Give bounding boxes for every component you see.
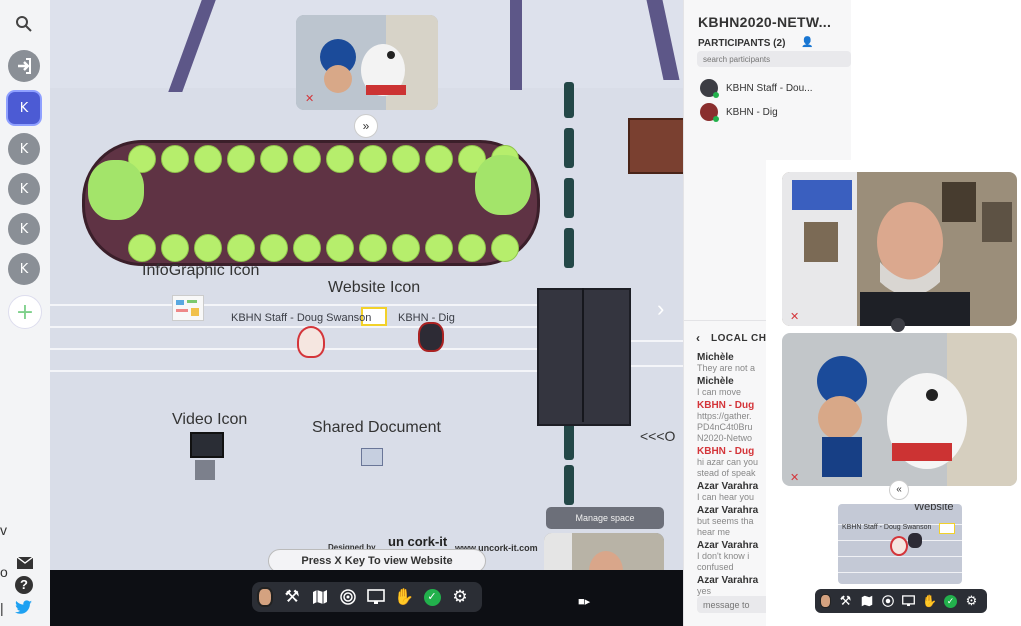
- infographic-object[interactable]: [172, 295, 204, 321]
- avatar-selected[interactable]: K: [8, 92, 40, 124]
- video-feed-self[interactable]: [544, 533, 664, 570]
- search-icon[interactable]: [14, 14, 34, 34]
- player-avatar-doug: [890, 536, 908, 556]
- screen-share-icon[interactable]: [362, 582, 390, 612]
- divider-post: [564, 178, 574, 218]
- label-video: Video Icon: [172, 411, 248, 428]
- target-icon[interactable]: [877, 589, 898, 613]
- exit-button[interactable]: [8, 50, 40, 82]
- map-icon[interactable]: [856, 589, 877, 613]
- expand-video-button[interactable]: «: [889, 480, 909, 500]
- divider-post: [564, 420, 574, 460]
- space-title: KBHN2020-NETW...: [698, 14, 832, 30]
- doorway: [537, 288, 631, 426]
- floor-stripe: [50, 304, 590, 306]
- map-icon[interactable]: [306, 582, 334, 612]
- avatar: [700, 79, 719, 98]
- floor-stripe: [50, 370, 590, 372]
- left-fragment-text: o: [0, 564, 8, 580]
- avatar-icon[interactable]: [252, 582, 278, 612]
- available-status-icon[interactable]: ✓: [940, 589, 961, 613]
- search-participants-input[interactable]: [697, 51, 851, 67]
- minimap-player-name: KBHN Staff - Doug Swanson: [842, 524, 932, 531]
- press-x-hint: Press X Key To view Website: [268, 549, 486, 570]
- chevron-right-icon[interactable]: ›: [657, 296, 664, 322]
- chat-header: LOCAL CH: [711, 333, 767, 344]
- settings-gear-icon[interactable]: ⚙: [446, 582, 474, 612]
- mail-icon[interactable]: [16, 556, 34, 570]
- video-object[interactable]: [190, 432, 224, 480]
- divider-post: [564, 228, 574, 268]
- chat-back-icon[interactable]: ‹: [696, 331, 700, 345]
- minimap[interactable]: Website KBHN Staff - Doug Swanson: [838, 504, 962, 584]
- avatar-icon[interactable]: [815, 589, 835, 613]
- wall-beam: [510, 0, 522, 90]
- left-fragment-text: |: [0, 600, 4, 616]
- website-object: [939, 523, 955, 534]
- avatar: [700, 103, 719, 122]
- participant-row[interactable]: KBHN Staff - Dou...: [700, 77, 840, 99]
- bush-left: [88, 160, 144, 220]
- mic-muted-icon: ✕: [305, 93, 315, 105]
- popout-toolbar: ⚒ ✋ ✓ ⚙: [815, 589, 987, 613]
- player-avatar-doug[interactable]: [297, 326, 325, 358]
- raise-hand-icon[interactable]: ✋: [919, 589, 940, 613]
- shared-document-object[interactable]: [361, 448, 383, 466]
- floor-stripe-right: [630, 365, 683, 367]
- video-feed-doug-large[interactable]: ✕: [782, 172, 1017, 326]
- bush-right: [475, 155, 531, 215]
- help-icon[interactable]: ?: [15, 576, 33, 594]
- collapse-video-button[interactable]: »: [354, 114, 378, 138]
- player-avatar-dig: [908, 533, 922, 548]
- avatar[interactable]: K: [8, 213, 40, 245]
- tree-row-top: [128, 145, 519, 173]
- participants-header: PARTICIPANTS (2): [698, 38, 786, 49]
- player-name-doug: KBHN Staff - Doug Swanson: [231, 312, 372, 324]
- twitter-icon[interactable]: [15, 600, 33, 616]
- divider-post: [564, 128, 574, 168]
- door-divider: [582, 288, 584, 422]
- build-hammer-icon[interactable]: ⚒: [278, 582, 306, 612]
- left-rail: K K K K K + ? v o |: [0, 0, 50, 626]
- label-shared-document: Shared Document: [312, 419, 441, 436]
- player-avatar-dig[interactable]: [418, 322, 444, 352]
- add-space-button[interactable]: +: [8, 295, 42, 329]
- mic-muted-icon: ✕: [790, 311, 800, 323]
- floor-stripe-right: [630, 340, 683, 342]
- divider-post: [564, 82, 574, 118]
- minimap-website-label: Website: [914, 504, 954, 513]
- screen-share-icon[interactable]: [898, 589, 919, 613]
- camera-icon[interactable]: ■▸: [578, 595, 590, 608]
- available-status-icon[interactable]: ✓: [418, 582, 446, 612]
- mic-muted-icon: ✕: [790, 472, 800, 484]
- target-icon[interactable]: [334, 582, 362, 612]
- manage-space-button[interactable]: Manage space: [546, 507, 664, 529]
- left-fragment-text: v: [0, 522, 7, 538]
- main-toolbar: ⚒ ✋ ✓ ⚙: [252, 582, 482, 612]
- video-feed-dig[interactable]: [296, 15, 438, 110]
- game-map[interactable]: InfoGraphic Icon Website Icon Video Icon…: [50, 0, 683, 570]
- tree-row-bottom: [128, 234, 519, 262]
- raise-hand-icon[interactable]: ✋: [390, 582, 418, 612]
- add-participant-icon[interactable]: 👤: [801, 37, 813, 48]
- label-arrow-text: <<<O: [640, 428, 676, 444]
- participant-name: KBHN Staff - Dou...: [726, 82, 813, 94]
- settings-gear-icon[interactable]: ⚙: [961, 589, 982, 613]
- floor-stripe: [50, 326, 590, 328]
- avatar: [891, 318, 905, 332]
- divider-post: [564, 465, 574, 505]
- build-hammer-icon[interactable]: ⚒: [835, 589, 856, 613]
- label-website: Website Icon: [328, 279, 421, 296]
- avatar[interactable]: K: [8, 133, 40, 165]
- participant-name: KBHN - Dig: [726, 106, 778, 118]
- video-feed-dig-large[interactable]: ✕: [782, 333, 1017, 486]
- bottom-bar: ⚒ ✋ ✓ ⚙ ■▸: [50, 570, 683, 626]
- participant-row[interactable]: KBHN - Dig: [700, 101, 840, 123]
- bookshelf: [628, 118, 683, 174]
- avatar[interactable]: K: [8, 253, 40, 285]
- avatar[interactable]: K: [8, 173, 40, 205]
- label-infographic: InfoGraphic Icon: [142, 262, 260, 279]
- uncork-logo: un cork-it: [388, 534, 448, 549]
